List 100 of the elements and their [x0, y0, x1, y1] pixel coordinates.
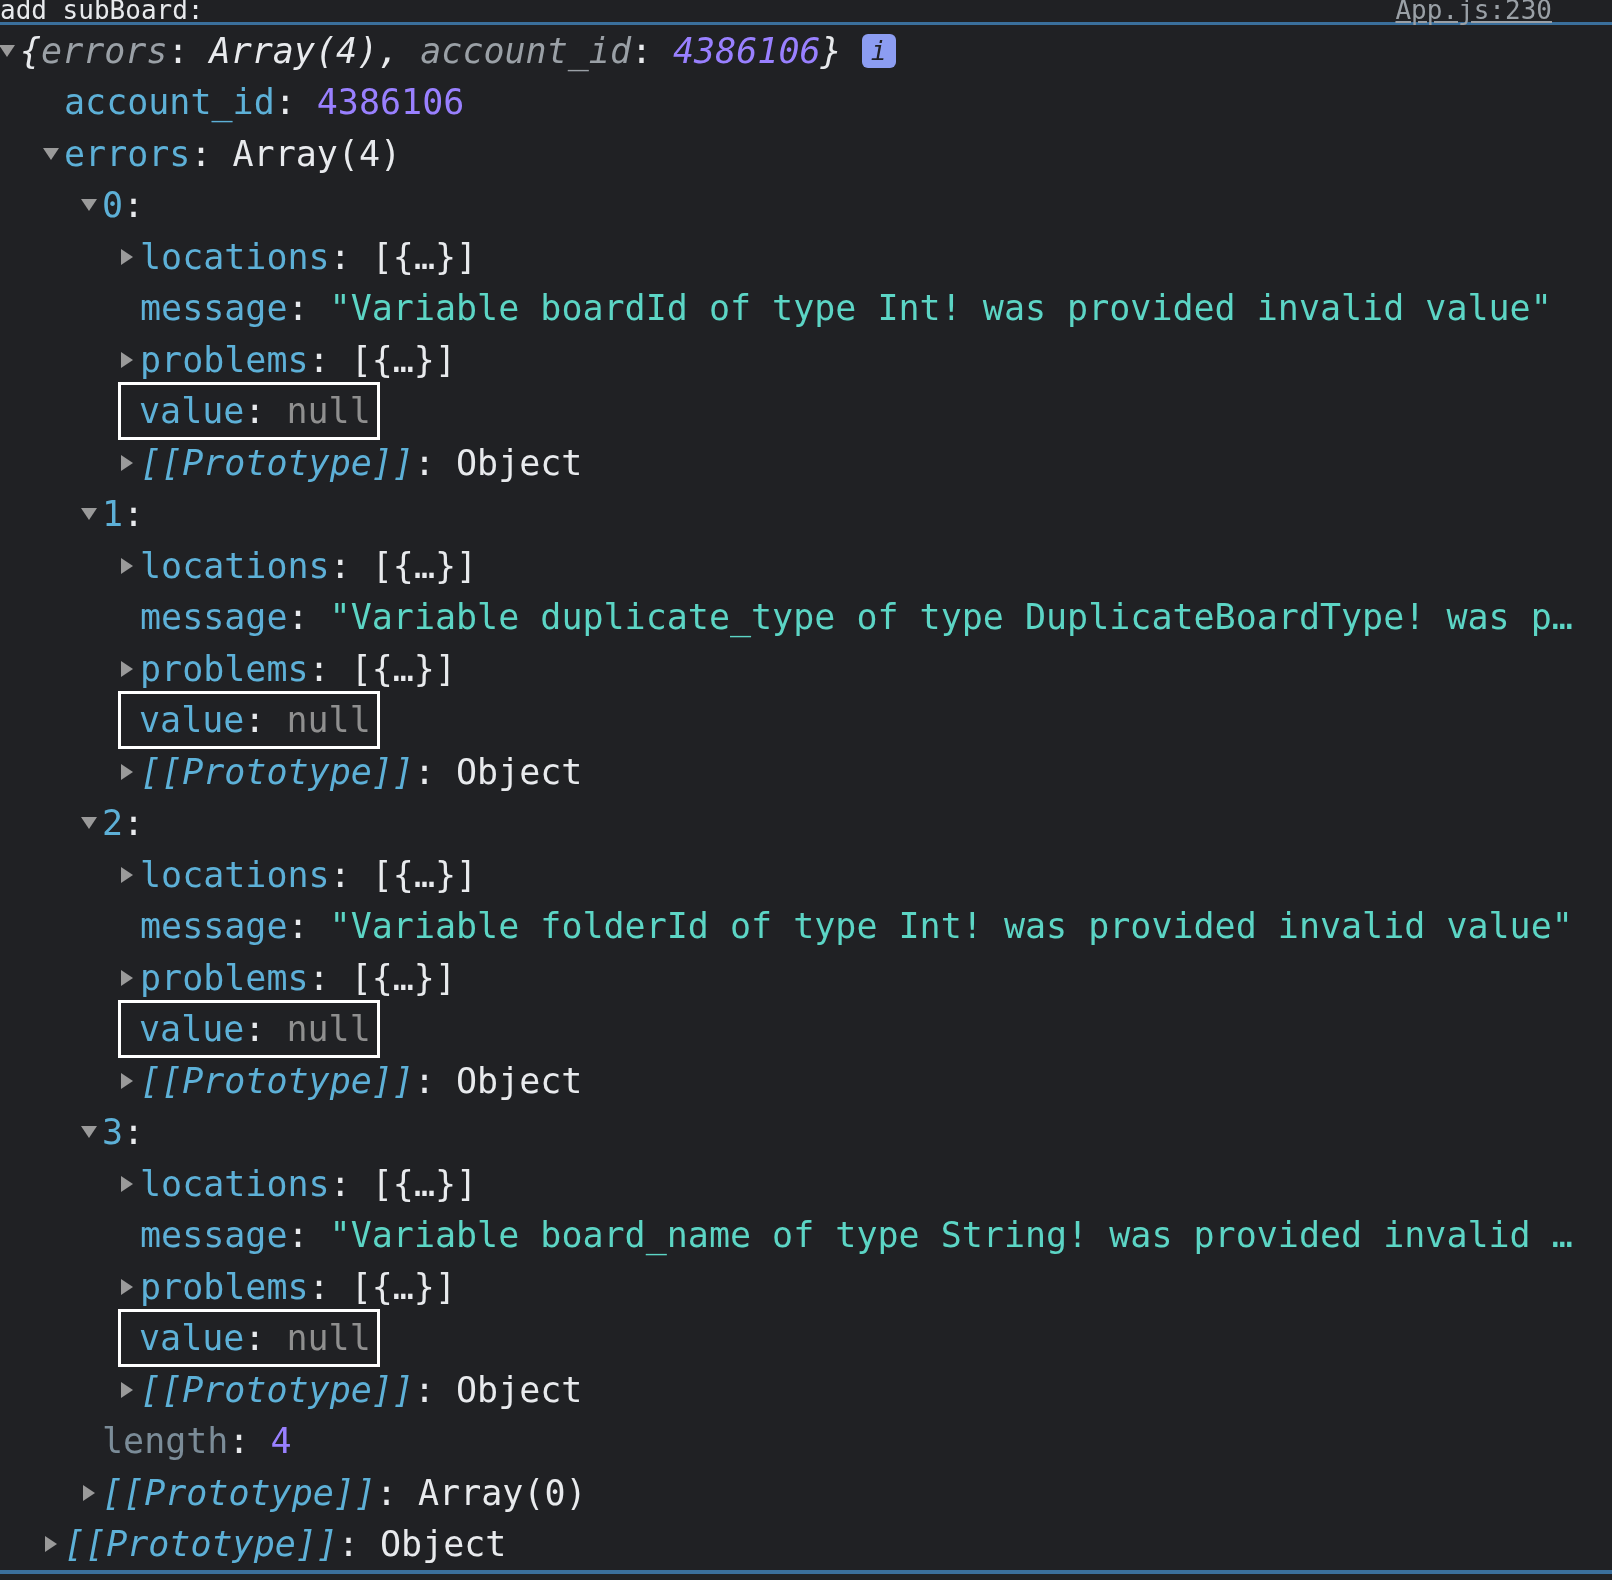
property-value: null — [286, 1317, 371, 1361]
colon: : — [244, 699, 266, 743]
property-value: [{…}] — [371, 236, 478, 277]
property-value: [{…}] — [350, 1266, 456, 1307]
property-value: Array(0) — [418, 1472, 587, 1513]
colon: : — [413, 751, 435, 792]
collapse-triangle-icon[interactable] — [81, 198, 97, 213]
expand-triangle-icon[interactable] — [120, 454, 134, 471]
collapse-triangle-icon[interactable] — [0, 43, 15, 58]
colon: : — [337, 1524, 359, 1565]
property-key: account_id — [64, 82, 275, 123]
preview-value: 4386106 — [673, 30, 821, 71]
comma: , — [378, 30, 400, 71]
colon: : — [630, 30, 653, 71]
property-key: message — [140, 906, 288, 947]
property-key: 3 — [102, 1112, 124, 1153]
expand-triangle-icon[interactable] — [120, 866, 134, 883]
property-key: value — [139, 1003, 245, 1056]
colon: : — [190, 133, 212, 174]
expand-triangle-icon[interactable] — [120, 248, 134, 265]
colon: : — [244, 1317, 266, 1361]
property-value: 4386106 — [316, 82, 465, 123]
colon: : — [274, 82, 296, 123]
colon: : — [413, 1060, 435, 1101]
property-value: Array(4) — [232, 133, 402, 174]
colon: : — [308, 339, 330, 380]
property-key: locations — [140, 236, 330, 277]
property-key: [[Prototype]] — [140, 1369, 414, 1410]
property-key: [[Prototype]] — [140, 1060, 414, 1101]
colon: : — [329, 236, 351, 277]
colon: : — [329, 1163, 351, 1204]
expand-triangle-icon[interactable] — [120, 1072, 134, 1089]
property-key: length — [102, 1421, 229, 1462]
colon: : — [244, 1008, 266, 1052]
property-value: Object — [456, 1369, 583, 1410]
preview-key: account_id — [420, 30, 631, 71]
expand-triangle-icon[interactable] — [120, 557, 134, 574]
info-badge[interactable]: i — [861, 33, 896, 68]
brace: } — [820, 30, 842, 71]
collapse-triangle-icon[interactable] — [81, 816, 97, 831]
colon: : — [167, 30, 189, 71]
property-key: problems — [140, 957, 309, 998]
expand-triangle-icon[interactable] — [120, 351, 134, 368]
property-key: problems — [140, 648, 309, 689]
colon: : — [287, 906, 309, 947]
colon: : — [123, 1112, 145, 1153]
property-value: "Variable board_name of type String! was provided invalid … — [329, 1215, 1573, 1256]
property-value: "Variable boardId of type Int! was provided invalid value" — [329, 288, 1552, 329]
property-value: [{…}] — [371, 854, 478, 895]
colon: : — [287, 597, 309, 638]
colon: : — [244, 390, 266, 434]
colon: : — [308, 1266, 330, 1307]
property-key: value — [139, 385, 245, 438]
expand-triangle-icon[interactable] — [120, 763, 134, 780]
property-key: problems — [140, 1266, 309, 1307]
property-value: [{…}] — [371, 1163, 478, 1204]
property-key: message — [140, 1215, 288, 1256]
collapse-triangle-icon[interactable] — [81, 507, 97, 522]
colon: : — [123, 803, 145, 844]
property-key: message — [140, 288, 288, 329]
preview-value: Array(4) — [209, 30, 379, 71]
property-value: Object — [456, 442, 583, 483]
property-key: errors — [64, 133, 191, 174]
collapse-triangle-icon[interactable] — [81, 1125, 97, 1140]
property-key: problems — [140, 339, 309, 380]
expand-triangle-icon[interactable] — [120, 1175, 134, 1192]
colon: : — [287, 288, 309, 329]
expand-triangle-icon[interactable] — [82, 1484, 96, 1501]
expand-triangle-icon[interactable] — [120, 1278, 134, 1295]
property-key: value — [139, 694, 245, 747]
expand-triangle-icon[interactable] — [120, 969, 134, 986]
property-key: message — [140, 597, 288, 638]
colon: : — [308, 648, 330, 689]
colon: : — [329, 545, 351, 586]
colon: : — [228, 1421, 250, 1462]
property-key: locations — [140, 1163, 330, 1204]
colon: : — [329, 854, 351, 895]
colon: : — [123, 185, 145, 226]
colon: : — [375, 1472, 397, 1513]
colon: : — [123, 494, 145, 535]
expand-triangle-icon[interactable] — [44, 1536, 58, 1553]
expand-triangle-icon[interactable] — [120, 1381, 134, 1398]
property-key: locations — [140, 545, 330, 586]
brace: { — [20, 30, 42, 71]
property-key: 1 — [102, 494, 124, 535]
property-key: 2 — [102, 803, 124, 844]
colon: : — [413, 442, 435, 483]
property-value: [{…}] — [350, 957, 456, 998]
colon: : — [413, 1369, 435, 1410]
property-value: null — [286, 699, 371, 743]
colon: : — [287, 1215, 309, 1256]
property-value: Object — [456, 1060, 583, 1101]
property-value: null — [286, 390, 371, 434]
property-key: value — [139, 1312, 245, 1365]
preview-key: errors — [41, 30, 168, 71]
property-value: [{…}] — [371, 545, 478, 586]
expand-triangle-icon[interactable] — [120, 660, 134, 677]
property-value: Object — [380, 1524, 507, 1565]
property-key: 0 — [102, 185, 124, 226]
collapse-triangle-icon[interactable] — [43, 146, 59, 161]
